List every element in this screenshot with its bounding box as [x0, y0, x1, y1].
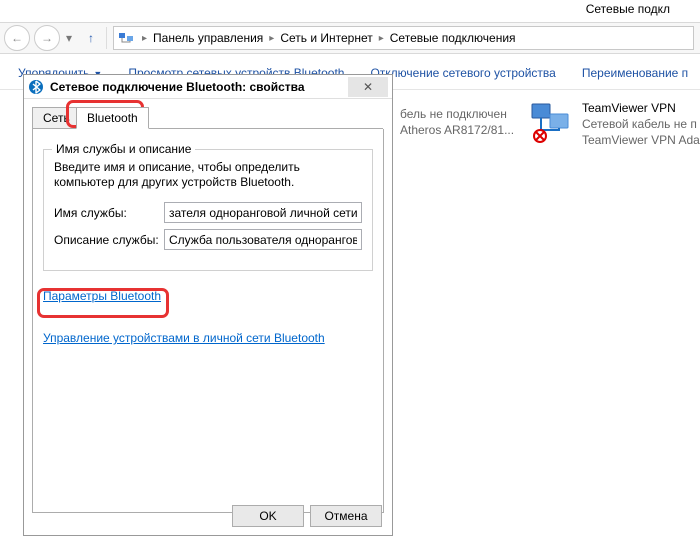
tab-strip: Сеть Bluetooth [32, 107, 384, 129]
connection-adapter: Atheros AR8172/81... [400, 122, 514, 138]
window-title: Сетевые подкл [586, 2, 670, 16]
properties-dialog: Сетевое подключение Bluetooth: свойства … [23, 74, 393, 536]
rename-connection[interactable]: Переименование п [582, 66, 688, 80]
tab-network[interactable]: Сеть [32, 107, 81, 129]
arrow-right-icon: → [41, 31, 53, 45]
close-icon: ✕ [363, 80, 373, 94]
chevron-right-icon: ▸ [265, 33, 278, 44]
chevron-right-icon: ▸ [138, 33, 151, 44]
manage-pan-devices-link[interactable]: Управление устройствами в личной сети Bl… [43, 331, 325, 345]
connection-item[interactable]: бель не подключен Atheros AR8172/81... [400, 106, 514, 138]
explorer-header: ← → ▾ ↑ ▸ Панель управления ▸ Сеть и Инт… [0, 22, 700, 54]
chevron-down-icon: ▾ [66, 31, 72, 45]
connection-name: TeamViewer VPN [582, 100, 700, 116]
breadcrumb-seg[interactable]: Панель управления [151, 31, 265, 45]
breadcrumb-seg[interactable]: Сеть и Интернет [278, 31, 374, 45]
connection-status: бель не подключен [400, 106, 514, 122]
network-adapter-icon [530, 100, 574, 144]
connection-item-teamviewer[interactable]: TeamViewer VPN Сетевой кабель не п TeamV… [530, 100, 700, 148]
separator [106, 27, 107, 49]
network-connections-icon [118, 30, 134, 46]
history-dropdown[interactable]: ▾ [62, 31, 76, 45]
service-name-input[interactable] [164, 202, 362, 223]
service-name-label: Имя службы: [54, 206, 164, 220]
tab-panel-bluetooth: Имя службы и описание Введите имя и опис… [32, 129, 384, 513]
arrow-left-icon: ← [11, 31, 23, 45]
dialog-title: Сетевое подключение Bluetooth: свойства [50, 80, 348, 94]
address-bar[interactable]: ▸ Панель управления ▸ Сеть и Интернет ▸ … [113, 26, 694, 50]
groupbox-title: Имя службы и описание [52, 142, 195, 156]
groupbox-description: Введите имя и описание, чтобы определить… [54, 160, 362, 190]
dialog-titlebar[interactable]: Сетевое подключение Bluetooth: свойства … [24, 75, 392, 99]
up-button[interactable]: ↑ [82, 29, 100, 47]
connection-adapter: TeamViewer VPN Ada [582, 132, 700, 148]
forward-button[interactable]: → [34, 25, 60, 51]
breadcrumb-seg[interactable]: Сетевые подключения [388, 31, 518, 45]
connection-text: бель не подключен Atheros AR8172/81... [400, 106, 514, 138]
connection-status: Сетевой кабель не п [582, 116, 700, 132]
service-desc-label: Описание службы: [54, 233, 164, 247]
service-desc-input[interactable] [164, 229, 362, 250]
service-groupbox: Имя службы и описание Введите имя и опис… [43, 149, 373, 271]
disable-device[interactable]: Отключение сетевого устройства [370, 66, 555, 80]
bluetooth-icon [28, 79, 44, 95]
arrow-up-icon: ↑ [88, 31, 94, 45]
tab-bluetooth[interactable]: Bluetooth [76, 107, 149, 129]
close-button[interactable]: ✕ [348, 77, 388, 97]
bluetooth-params-link[interactable]: Параметры Bluetooth [43, 289, 161, 303]
dialog-button-row: OK Отмена [232, 505, 382, 527]
chevron-right-icon: ▸ [375, 33, 388, 44]
cancel-button[interactable]: Отмена [310, 505, 382, 527]
back-button[interactable]: ← [4, 25, 30, 51]
connection-text: TeamViewer VPN Сетевой кабель не п TeamV… [582, 100, 700, 148]
ok-button[interactable]: OK [232, 505, 304, 527]
